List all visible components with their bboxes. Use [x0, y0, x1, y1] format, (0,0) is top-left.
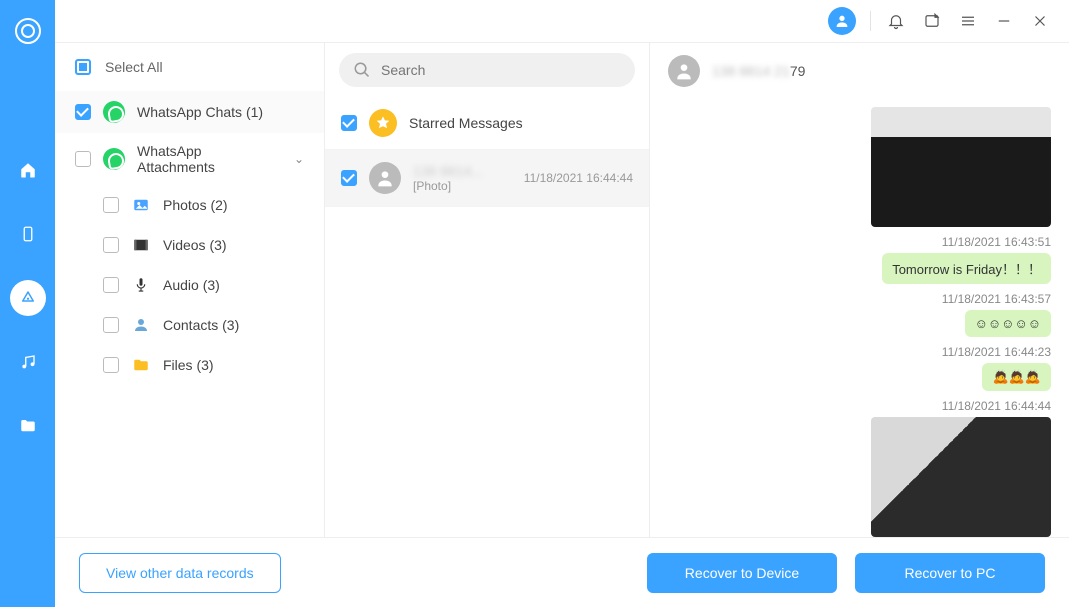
- message-timestamp: 11/18/2021 16:43:51: [942, 235, 1051, 249]
- contact-icon: [131, 315, 151, 335]
- menu-icon[interactable]: [957, 10, 979, 32]
- tree-checkbox[interactable]: [103, 197, 119, 213]
- tree-item[interactable]: Files (3): [55, 345, 324, 385]
- tree-item-label: Contacts (3): [163, 317, 239, 333]
- chat-message: 11/18/2021 16:43:51 Tomorrow is Friday！！！: [668, 235, 1051, 284]
- message-bubble[interactable]: Tomorrow is Friday！！！: [882, 253, 1051, 284]
- search-input[interactable]: [381, 62, 621, 78]
- audio-icon: [131, 275, 151, 295]
- tree-checkbox[interactable]: [103, 237, 119, 253]
- avatar-icon: [369, 162, 401, 194]
- conversation-checkbox[interactable]: [341, 170, 357, 186]
- app-logo-icon: [15, 18, 41, 44]
- footer-bar: View other data records Recover to Devic…: [55, 537, 1069, 607]
- conversation-time: 11/18/2021 16:44:44: [524, 171, 633, 185]
- tree-item[interactable]: WhatsApp Chats (1): [55, 91, 324, 133]
- tree-item[interactable]: Videos (3): [55, 225, 324, 265]
- chat-view: 138 8814 2179 11/18/2021 16:43:51 Tomorro…: [650, 43, 1069, 537]
- select-all-checkbox[interactable]: [75, 59, 91, 75]
- tree-item-label: WhatsApp Chats (1): [137, 104, 263, 120]
- tree-item-label: Videos (3): [163, 237, 227, 253]
- account-icon[interactable]: [828, 7, 856, 35]
- chevron-down-icon[interactable]: ⌄: [294, 152, 304, 166]
- recover-to-device-button[interactable]: Recover to Device: [647, 553, 837, 593]
- whatsapp-icon: [103, 101, 125, 123]
- tree-item-label: WhatsApp Attachments: [137, 143, 282, 175]
- close-icon[interactable]: [1029, 10, 1051, 32]
- tree-checkbox[interactable]: [103, 277, 119, 293]
- message-bubble[interactable]: ☺☺☺☺☺: [965, 310, 1051, 337]
- category-tree: Select All WhatsApp Chats (1) WhatsApp At…: [55, 43, 325, 537]
- chat-message: 11/18/2021 16:44:23 🙇🙇🙇: [668, 345, 1051, 391]
- starred-checkbox[interactable]: [341, 115, 357, 131]
- tree-checkbox[interactable]: [103, 317, 119, 333]
- tree-item-label: Audio (3): [163, 277, 220, 293]
- video-icon: [131, 235, 151, 255]
- star-icon: [369, 109, 397, 137]
- whatsapp-icon: [103, 148, 125, 170]
- chat-message: [668, 107, 1051, 227]
- file-icon: [131, 355, 151, 375]
- recover-to-pc-button[interactable]: Recover to PC: [855, 553, 1045, 593]
- nav-device[interactable]: [10, 216, 46, 252]
- feedback-icon[interactable]: [921, 10, 943, 32]
- chat-contact-suffix: 79: [790, 63, 806, 79]
- tree-item[interactable]: Photos (2): [55, 185, 324, 225]
- starred-messages-row[interactable]: Starred Messages: [325, 97, 649, 150]
- nav-folder[interactable]: [10, 408, 46, 444]
- chat-avatar-icon: [668, 55, 700, 87]
- nav-rail: [0, 0, 55, 607]
- message-bubble[interactable]: 🙇🙇🙇: [982, 363, 1051, 391]
- nav-cloud[interactable]: [10, 280, 46, 316]
- conversation-row[interactable]: 138 8814... [Photo] 11/18/2021 16:44:44: [325, 150, 649, 207]
- select-all-label: Select All: [105, 59, 163, 75]
- tree-checkbox[interactable]: [75, 151, 91, 167]
- minimize-icon[interactable]: [993, 10, 1015, 32]
- tree-checkbox[interactable]: [75, 104, 91, 120]
- select-all-row[interactable]: Select All: [55, 43, 324, 91]
- chat-message: 11/18/2021 16:44:44: [668, 399, 1051, 537]
- title-bar: [55, 0, 1069, 42]
- nav-music[interactable]: [10, 344, 46, 380]
- chat-header: 138 8814 2179: [650, 43, 1069, 99]
- view-other-records-button[interactable]: View other data records: [79, 553, 281, 593]
- chat-message: 11/18/2021 16:43:57 ☺☺☺☺☺: [668, 292, 1051, 337]
- conversation-preview: [Photo]: [413, 179, 512, 193]
- starred-label: Starred Messages: [409, 115, 633, 131]
- search-icon: [353, 61, 371, 79]
- message-timestamp: 11/18/2021 16:43:57: [942, 292, 1051, 306]
- message-image[interactable]: [871, 107, 1051, 227]
- tree-item[interactable]: Audio (3): [55, 265, 324, 305]
- tree-item-label: Photos (2): [163, 197, 228, 213]
- bell-icon[interactable]: [885, 10, 907, 32]
- message-image[interactable]: [871, 417, 1051, 537]
- tree-item[interactable]: Contacts (3): [55, 305, 324, 345]
- message-timestamp: 11/18/2021 16:44:44: [942, 399, 1051, 413]
- nav-home[interactable]: [10, 152, 46, 188]
- photo-icon: [131, 195, 151, 215]
- conversation-list: Starred Messages 138 8814... [Photo] 11/…: [325, 43, 650, 537]
- tree-item-label: Files (3): [163, 357, 214, 373]
- message-timestamp: 11/18/2021 16:44:23: [942, 345, 1051, 359]
- conversation-name: 138 8814...: [413, 163, 512, 179]
- search-box[interactable]: [339, 53, 635, 87]
- tree-checkbox[interactable]: [103, 357, 119, 373]
- tree-item[interactable]: WhatsApp Attachments ⌄: [55, 133, 324, 185]
